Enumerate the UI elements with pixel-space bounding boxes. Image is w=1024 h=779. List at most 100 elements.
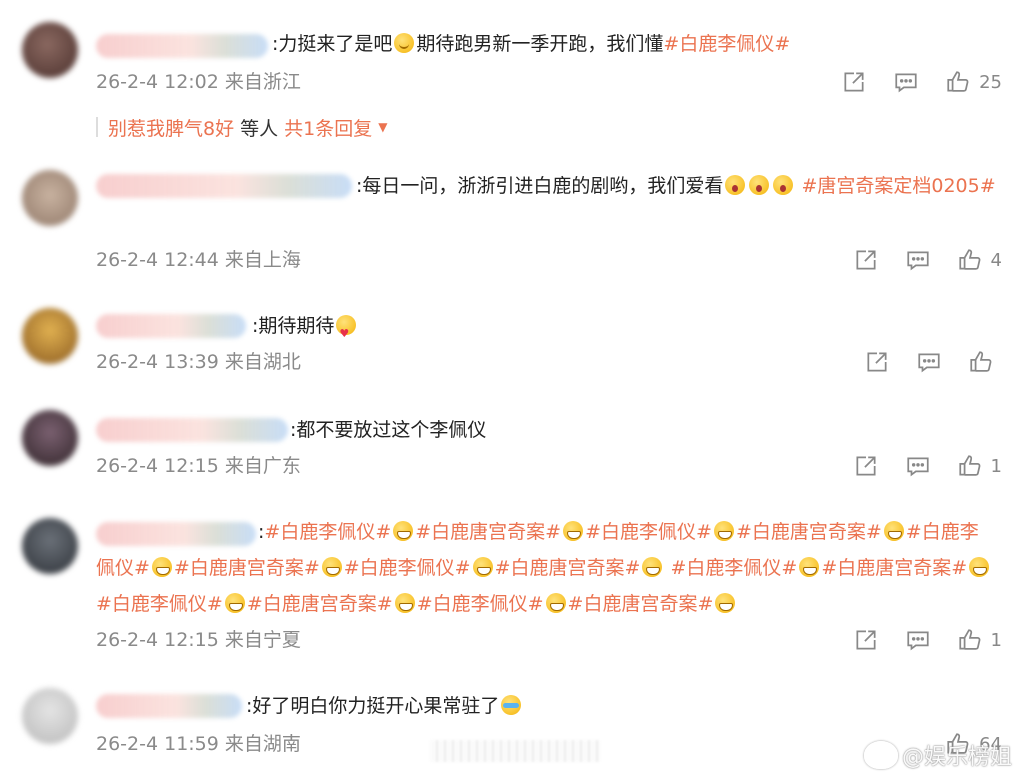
watermark-text: @娱乐榜姐 xyxy=(901,745,1012,770)
comment-item: :都不要放过这个李佩仪 26-2-4 12:15 来自广东 1 xyxy=(0,392,1024,492)
comment-date: 26-2-4 13:39 xyxy=(96,351,219,373)
grin-emoji-icon xyxy=(472,557,493,577)
comment-icon xyxy=(918,353,940,373)
grin-emoji-icon xyxy=(969,557,990,577)
wow-emoji-icon xyxy=(749,175,770,195)
like-count: 1 xyxy=(990,629,1002,651)
comment-actions: 1 xyxy=(827,452,1002,480)
comment-meta: 26-2-4 13:39 来自湖北 xyxy=(96,348,301,376)
like-count: 25 xyxy=(979,71,1002,93)
share-button[interactable] xyxy=(853,452,879,480)
grin-emoji-icon xyxy=(799,557,820,577)
caret-down-icon[interactable]: ▼ xyxy=(378,120,387,134)
grin-emoji-icon xyxy=(642,557,663,577)
like-button[interactable]: 1 xyxy=(957,452,1002,480)
reply-count-link[interactable]: 共1条回复 xyxy=(284,114,372,141)
comment-location: 来自上海 xyxy=(224,249,301,271)
avatar[interactable] xyxy=(22,170,78,226)
share-button[interactable] xyxy=(853,626,879,654)
hashtag-link[interactable]: #白鹿李佩仪# xyxy=(585,521,712,543)
comment-button[interactable] xyxy=(893,68,919,96)
hashtag-link[interactable]: #白鹿李佩仪# xyxy=(96,593,223,615)
wow-emoji-icon xyxy=(725,175,746,195)
comment-actions: 1 xyxy=(827,626,1002,654)
comment-button[interactable] xyxy=(905,246,931,274)
hashtag-link[interactable]: #白鹿李佩仪# xyxy=(663,33,790,55)
hashtag-link[interactable]: #白鹿唐宫奇案# xyxy=(568,593,714,615)
share-button[interactable] xyxy=(864,348,890,376)
like-button[interactable]: 25 xyxy=(945,68,1002,96)
like-button[interactable] xyxy=(968,348,1002,376)
heart-eyes-emoji-icon xyxy=(336,315,357,352)
hashtag-link[interactable]: #白鹿唐宫奇案# xyxy=(247,593,393,615)
thumbs-up-icon xyxy=(958,629,980,650)
comment-meta: 26-2-4 12:15 来自广东 xyxy=(96,452,301,480)
hashtag-link[interactable]: #白鹿唐宫奇案# xyxy=(174,557,320,579)
share-button[interactable] xyxy=(853,246,879,274)
comment-button[interactable] xyxy=(905,452,931,480)
comment-button[interactable] xyxy=(905,626,931,654)
share-icon xyxy=(856,630,876,650)
like-button[interactable]: 1 xyxy=(957,626,1002,654)
comment-date: 26-2-4 12:15 xyxy=(96,629,219,651)
grin-emoji-icon xyxy=(394,593,415,613)
thumbs-up-icon xyxy=(947,71,969,92)
comment-location: 来自湖北 xyxy=(224,351,301,373)
hashtag-link[interactable]: #白鹿李佩仪# xyxy=(344,557,471,579)
watermark: @娱乐榜姐 xyxy=(863,739,1012,771)
grin-emoji-icon xyxy=(224,593,245,613)
comment-icon xyxy=(906,251,929,271)
comment-meta: 26-2-4 12:44 来自上海 xyxy=(96,246,301,274)
hashtag-link[interactable]: #白鹿唐宫奇案# xyxy=(821,557,967,579)
thumbs-up-icon xyxy=(958,249,980,270)
share-button[interactable] xyxy=(841,68,867,96)
comment-meta: 26-2-4 11:59 来自湖南 xyxy=(96,730,301,758)
hashtag-link[interactable]: #白鹿李佩仪# xyxy=(671,557,798,579)
comment-icon xyxy=(906,631,929,651)
reply-username[interactable]: 别惹我脾气8好 xyxy=(108,114,234,141)
comment-text: :好了明白你力挺开心果常驻了 xyxy=(246,688,996,724)
comment-item: :每日一问，浙浙引进白鹿的剧哟，我们爱看 #唐宫奇案定档0205# 26-2-4… xyxy=(0,150,1024,290)
comment-actions: 4 xyxy=(827,246,1002,274)
comment-location: 来自广东 xyxy=(224,455,301,477)
comment-button[interactable] xyxy=(916,348,942,376)
username-blurred[interactable] xyxy=(96,34,268,58)
avatar[interactable] xyxy=(22,518,78,574)
grin-emoji-icon xyxy=(545,593,566,613)
comment-text: :力挺来了是吧 期待跑男新一季开跑，我们懂#白鹿李佩仪# xyxy=(272,33,791,55)
hashtag-link[interactable]: #白鹿李佩仪# xyxy=(417,593,544,615)
comment-date: 26-2-4 12:15 xyxy=(96,455,219,477)
comment-date: 26-2-4 12:02 xyxy=(96,71,219,93)
comment-meta: 26-2-4 12:02 来自浙江 xyxy=(96,68,301,96)
like-button[interactable]: 4 xyxy=(957,246,1002,274)
comment-location: 来自宁夏 xyxy=(224,629,301,651)
share-icon xyxy=(844,72,864,92)
comment-actions xyxy=(838,348,1002,376)
username-blurred[interactable] xyxy=(96,418,288,442)
reply-summary[interactable]: 别惹我脾气8好 等人 共1条回复 ▼ xyxy=(96,113,387,141)
comment-location: 来自湖南 xyxy=(224,733,301,755)
comment-text: :#白鹿李佩仪# #白鹿唐宫奇案# #白鹿李佩仪# #白鹿唐宫奇案# #白鹿李佩仪# #白… xyxy=(96,514,996,622)
avatar[interactable] xyxy=(22,410,78,466)
avatar[interactable] xyxy=(22,22,78,78)
hashtag-link[interactable]: #白鹿唐宫奇案# xyxy=(495,557,641,579)
username-blurred[interactable] xyxy=(96,694,242,718)
hashtag-link[interactable]: #白鹿李佩仪# xyxy=(264,521,391,543)
hashtag-link[interactable]: #白鹿唐宫奇案# xyxy=(736,521,882,543)
comment-date: 26-2-4 12:44 xyxy=(96,249,219,271)
avatar[interactable] xyxy=(22,688,78,744)
thumbs-up-icon xyxy=(970,351,992,372)
username-blurred[interactable] xyxy=(96,314,246,338)
wow-emoji-icon xyxy=(773,175,794,195)
grin-emoji-icon xyxy=(151,557,172,577)
comment-text: :每日一问，浙浙引进白鹿的剧哟，我们爱看 #唐宫奇案定档0205# xyxy=(356,175,996,197)
hashtag-link[interactable]: #白鹿唐宫奇案# xyxy=(415,521,561,543)
hashtag-link[interactable]: #唐宫奇案定档0205# xyxy=(801,175,995,197)
grin-emoji-icon xyxy=(713,521,734,541)
grin-emoji-icon xyxy=(321,557,342,577)
grin-emoji-icon xyxy=(563,521,584,541)
reply-others-label: 等人 xyxy=(240,117,279,140)
comment-text: :期待期待 xyxy=(252,308,996,352)
avatar[interactable] xyxy=(22,308,78,364)
grin-emoji-icon xyxy=(715,593,736,613)
